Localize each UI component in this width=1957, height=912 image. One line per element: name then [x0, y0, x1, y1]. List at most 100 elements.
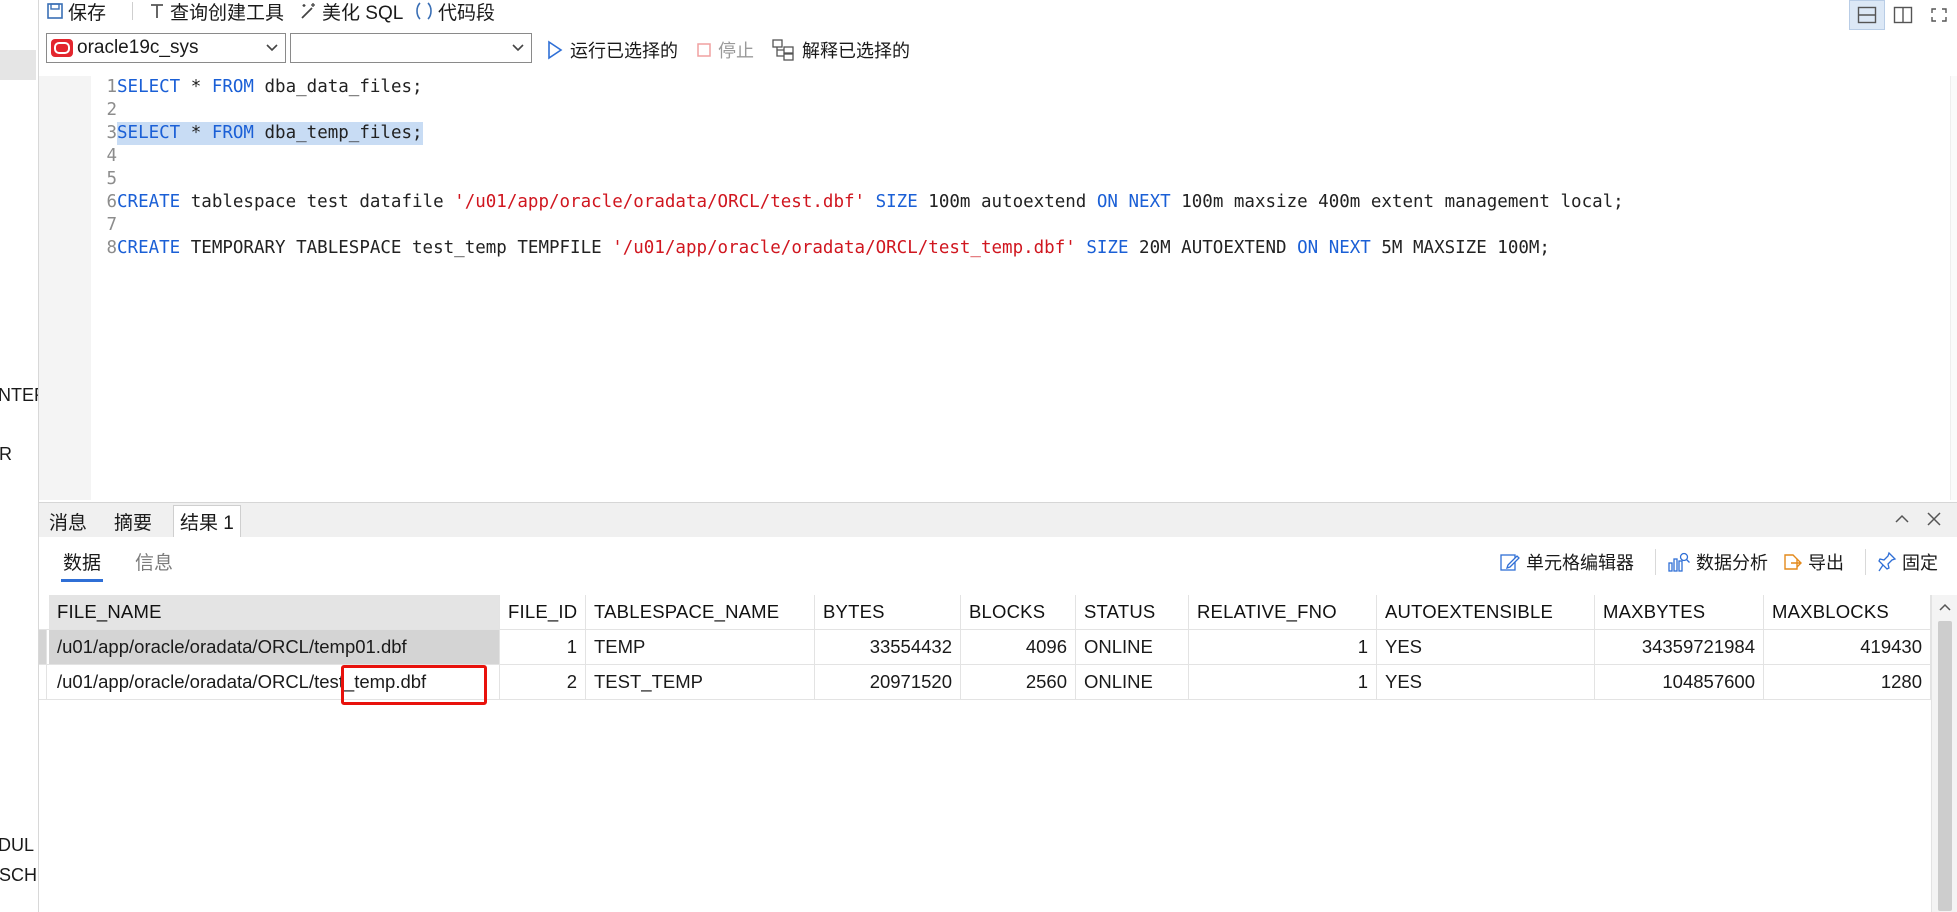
split-vertical-button[interactable] — [1885, 0, 1921, 30]
column-header-bytes[interactable]: BYTES — [815, 595, 961, 629]
cell-bytes[interactable]: 33554432 — [815, 630, 961, 664]
maximize-button[interactable] — [1921, 0, 1957, 30]
explain-selected-label: 解释已选择的 — [802, 41, 910, 61]
cell-blocks[interactable]: 4096 — [961, 630, 1076, 664]
pin-icon — [1878, 551, 1897, 572]
cell-autoextensible[interactable]: YES — [1377, 630, 1595, 664]
code-line[interactable]: 5 — [39, 168, 1957, 191]
export-button[interactable]: 导出 — [1781, 549, 1844, 575]
run-selected-button[interactable]: 运行已选择的 — [546, 38, 678, 62]
subtab-info[interactable]: 信息 — [135, 546, 173, 576]
query-builder-icon — [151, 4, 163, 18]
code-text[interactable]: SELECT * FROM dba_temp_files; — [117, 122, 423, 145]
schema-select[interactable] — [290, 33, 532, 63]
code-line[interactable]: 4 — [39, 145, 1957, 168]
cell-file-name[interactable]: /u01/app/oracle/oradata/ORCL/temp01.dbf — [49, 630, 500, 664]
tab-result-1[interactable]: 结果 1 — [173, 505, 241, 537]
line-number: 3 — [106, 123, 117, 143]
cell-editor-button[interactable]: 单元格编辑器 — [1499, 549, 1634, 575]
cell-file-id[interactable]: 1 — [500, 630, 586, 664]
scrollbar-thumb[interactable] — [1938, 621, 1952, 911]
explain-selected-button[interactable]: 解释已选择的 — [772, 38, 910, 62]
query-builder-label: 查询创建工具 — [170, 2, 285, 24]
cell-tablespace-name[interactable]: TEMP — [586, 630, 815, 664]
connection-select[interactable]: oracle19c_sys — [46, 33, 286, 63]
code-text[interactable]: CREATE TEMPORARY TABLESPACE test_temp TE… — [117, 237, 1550, 260]
code-line[interactable]: 2 — [39, 99, 1957, 122]
result-subbar: 数据 信息 单元格编辑器 数据分析 导出 固定 — [39, 537, 1957, 587]
stop-icon — [697, 43, 711, 57]
tab-messages[interactable]: 消息 — [43, 507, 93, 535]
column-header-maxblocks[interactable]: MAXBLOCKS — [1764, 595, 1931, 629]
cell-maxblocks[interactable]: 1280 — [1764, 665, 1931, 699]
code-line[interactable]: 1 SELECT * FROM dba_data_files; — [39, 76, 1957, 99]
cell-bytes[interactable]: 20971520 — [815, 665, 961, 699]
code-line[interactable]: 7 — [39, 214, 1957, 237]
cell-relative-fno[interactable]: 1 — [1189, 630, 1377, 664]
toolbar-divider — [1655, 549, 1656, 575]
collapse-panel-icon[interactable] — [1893, 510, 1911, 528]
column-header-file-id[interactable]: FILE_ID — [500, 595, 586, 629]
magic-wand-icon — [301, 3, 315, 19]
column-header-autoextensible[interactable]: AUTOEXTENSIBLE — [1377, 595, 1595, 629]
cell-tablespace-name[interactable]: TEST_TEMP — [586, 665, 815, 699]
code-line[interactable]: 8 CREATE TEMPORARY TABLESPACE test_temp T… — [39, 237, 1957, 260]
tab-summary[interactable]: 摘要 — [108, 507, 158, 535]
result-panel-tabs: 消息 摘要 结果 1 — [39, 502, 1957, 538]
line-number: 2 — [106, 100, 117, 120]
column-header-status[interactable]: STATUS — [1076, 595, 1189, 629]
beautify-sql-label: 美化 SQL — [322, 2, 404, 24]
grid-vertical-scrollbar[interactable] — [1931, 595, 1957, 912]
scroll-up-icon[interactable] — [1938, 601, 1952, 613]
row-selector[interactable] — [39, 630, 47, 664]
cell-maxbytes[interactable]: 104857600 — [1595, 665, 1764, 699]
cell-autoextensible[interactable]: YES — [1377, 665, 1595, 699]
table-row[interactable]: /u01/app/oracle/oradata/ORCL/test_temp.d… — [39, 665, 1931, 700]
annotation-highlight-box — [341, 665, 487, 705]
sql-editor[interactable]: 1 SELECT * FROM dba_data_files; 2 3 SELECT *… — [39, 76, 1957, 500]
close-panel-icon[interactable] — [1925, 510, 1943, 528]
cell-relative-fno[interactable]: 1 — [1189, 665, 1377, 699]
column-header-relative-fno[interactable]: RELATIVE_FNO — [1189, 595, 1377, 629]
cell-status[interactable]: ONLINE — [1076, 665, 1189, 699]
split-horizontal-button[interactable] — [1849, 0, 1885, 30]
query-builder-button[interactable]: 查询创建工具 — [148, 0, 285, 24]
line-number: 6 — [106, 192, 117, 212]
left-panel-text[interactable]: SCH — [0, 865, 37, 886]
row-selector[interactable] — [39, 665, 47, 699]
column-header-file-name[interactable]: FILE_NAME — [49, 595, 500, 629]
cell-status[interactable]: ONLINE — [1076, 630, 1189, 664]
view-mode-buttons — [1849, 0, 1957, 30]
cell-file-id[interactable]: 2 — [500, 665, 586, 699]
pin-label: 固定 — [1902, 553, 1938, 573]
save-label: 保存 — [68, 2, 107, 24]
code-text[interactable]: SELECT * FROM dba_data_files; — [117, 76, 423, 99]
run-selected-label: 运行已选择的 — [570, 41, 678, 61]
beautify-sql-button[interactable]: 美化 SQL — [298, 0, 404, 24]
subtab-data[interactable]: 数据 — [63, 546, 101, 576]
active-subtab-underline — [61, 579, 103, 582]
pin-button[interactable]: 固定 — [1877, 549, 1938, 575]
table-row[interactable]: /u01/app/oracle/oradata/ORCL/temp01.dbf … — [39, 630, 1931, 665]
left-panel-text[interactable]: NTER — [0, 385, 38, 406]
save-button[interactable]: 保存 — [46, 0, 107, 24]
left-panel-text[interactable]: R — [0, 444, 12, 465]
export-icon — [1784, 554, 1802, 570]
toolbar-divider — [132, 2, 133, 20]
cell-maxbytes[interactable]: 34359721984 — [1595, 630, 1764, 664]
left-panel-text[interactable]: DUL — [0, 835, 34, 856]
cell-maxblocks[interactable]: 419430 — [1764, 630, 1931, 664]
stop-button[interactable]: 停止 — [696, 38, 754, 62]
code-line[interactable]: 6 CREATE tablespace test datafile '/u01/a… — [39, 191, 1957, 214]
code-snippet-button[interactable]: 代码段 — [414, 0, 495, 24]
stop-label: 停止 — [718, 41, 754, 61]
cell-blocks[interactable]: 2560 — [961, 665, 1076, 699]
left-panel-selected-item[interactable] — [0, 50, 36, 80]
code-line[interactable]: 3 SELECT * FROM dba_temp_files; — [39, 122, 1957, 145]
data-analysis-button[interactable]: 数据分析 — [1667, 549, 1768, 575]
column-header-maxbytes[interactable]: MAXBYTES — [1595, 595, 1764, 629]
column-header-tablespace-name[interactable]: TABLESPACE_NAME — [586, 595, 815, 629]
maximize-icon — [1931, 8, 1947, 22]
code-text[interactable]: CREATE tablespace test datafile '/u01/ap… — [117, 191, 1624, 214]
column-header-blocks[interactable]: BLOCKS — [961, 595, 1076, 629]
